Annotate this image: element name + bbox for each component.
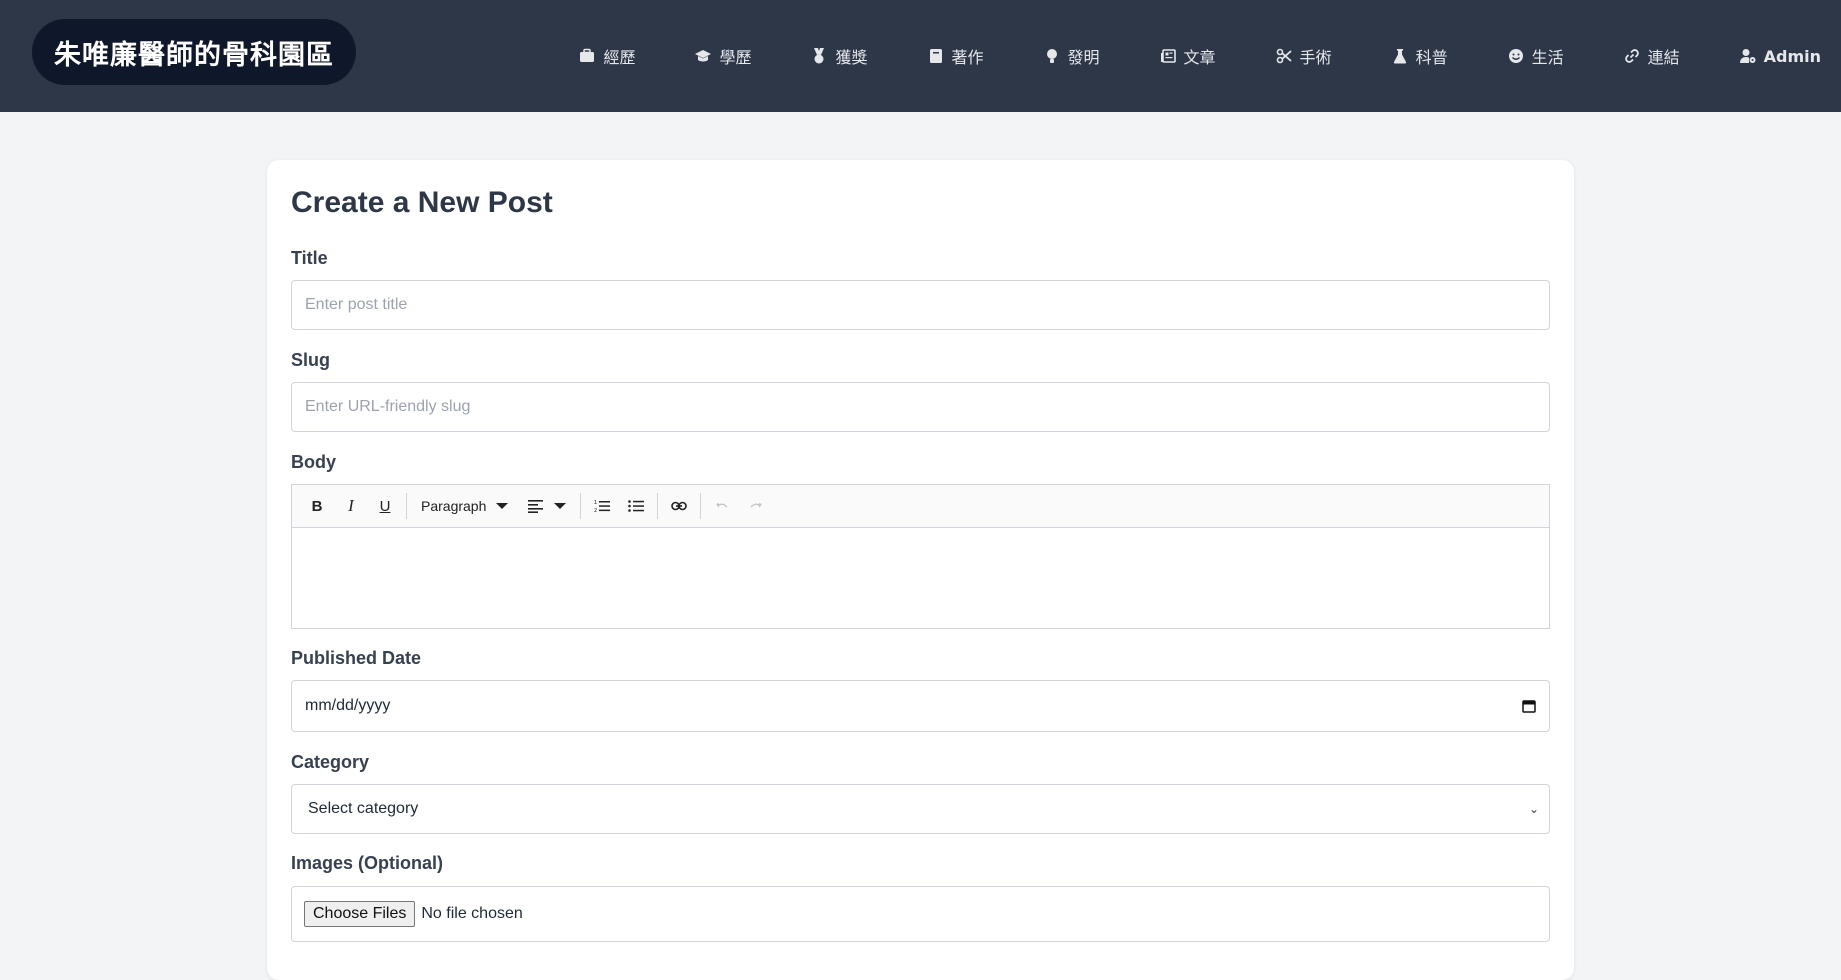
date-value: mm/dd/yyyy — [305, 697, 391, 714]
editor-toolbar: B I U Paragraph 12 — [292, 485, 1549, 528]
briefcase-icon — [580, 48, 595, 62]
block-format-dropdown[interactable]: Paragraph — [411, 491, 518, 521]
category-selected-value: Select category — [308, 800, 419, 817]
chevron-down-icon — [496, 503, 509, 509]
svg-text:1: 1 — [594, 500, 597, 506]
file-status-text: No file chosen — [421, 905, 523, 922]
bullet-list-button[interactable] — [619, 491, 653, 521]
book-icon — [929, 49, 942, 63]
nav-item-admin[interactable]: Admin — [1710, 47, 1821, 66]
block-format-label: Paragraph — [421, 498, 487, 514]
nav-label: 手術 — [1299, 48, 1332, 67]
nav-label: 發明 — [1067, 48, 1100, 67]
nav-item-inventions[interactable]: 發明 — [1014, 44, 1130, 68]
nav-label: Admin — [1763, 46, 1821, 66]
nav-label: 著作 — [951, 48, 984, 67]
italic-button[interactable]: I — [334, 491, 368, 521]
slug-label: Slug — [291, 350, 330, 370]
site-brand[interactable]: 朱唯廉醫師的骨科園區 — [32, 19, 356, 85]
chevron-down-icon — [554, 503, 567, 509]
bullet-list-icon — [628, 500, 645, 512]
bold-button[interactable]: B — [300, 491, 334, 521]
toolbar-divider — [657, 493, 659, 519]
title-placeholder: Enter post title — [305, 296, 408, 313]
slug-placeholder: Enter URL-friendly slug — [305, 398, 471, 415]
insert-link-button[interactable] — [662, 491, 696, 521]
choose-files-button[interactable]: Choose Files — [304, 901, 416, 927]
link-icon — [1624, 49, 1639, 63]
create-post-card: Create a New Post Title Enter post title… — [267, 160, 1574, 980]
graduation-cap-icon — [695, 50, 712, 62]
nav-item-education[interactable]: 學歷 — [665, 44, 781, 68]
title-label: Title — [291, 248, 328, 268]
rich-text-editor: B I U Paragraph 12 — [291, 484, 1550, 629]
lightbulb-icon — [1046, 49, 1057, 63]
smile-icon — [1508, 49, 1523, 63]
redo-button[interactable] — [739, 491, 773, 521]
align-left-icon — [528, 500, 544, 513]
images-upload-field: Choose Files No file chosen — [291, 886, 1550, 942]
page-title: Create a New Post — [291, 186, 553, 219]
newspaper-icon — [1160, 49, 1176, 63]
toolbar-divider — [406, 493, 407, 519]
nav-item-science[interactable]: 科普 — [1362, 44, 1478, 68]
body-label: Body — [291, 452, 336, 472]
nav-label: 科普 — [1415, 48, 1448, 67]
calendar-icon[interactable] — [1522, 699, 1536, 713]
nav-label: 獲獎 — [835, 48, 868, 67]
main-nav: 經歷 學歷 獲獎 著作 發明 文章 手術 科普 生活 連結 Admin — [549, 0, 1821, 112]
scissors-icon — [1276, 48, 1292, 64]
nav-item-articles[interactable]: 文章 — [1130, 44, 1246, 68]
chevron-down-icon: ⌄ — [1528, 802, 1539, 816]
nav-label: 生活 — [1531, 48, 1564, 67]
toolbar-divider — [700, 493, 702, 519]
nav-item-surgery[interactable]: 手術 — [1246, 44, 1362, 68]
images-label: Images (Optional) — [291, 853, 444, 873]
nav-item-life[interactable]: 生活 — [1478, 44, 1594, 68]
nav-label: 文章 — [1183, 48, 1216, 67]
toolbar-divider — [580, 493, 582, 519]
nav-item-awards[interactable]: 獲獎 — [781, 44, 897, 68]
editor-content-area[interactable] — [292, 528, 1549, 628]
nav-item-experience[interactable]: 經歷 — [549, 44, 665, 68]
category-label: Category — [291, 752, 370, 772]
medal-icon — [814, 48, 825, 64]
align-dropdown[interactable] — [518, 491, 576, 521]
ordered-list-button[interactable]: 12 — [585, 491, 619, 521]
nav-item-publications[interactable]: 著作 — [898, 44, 1014, 68]
underline-button[interactable]: U — [368, 491, 402, 521]
undo-icon — [716, 503, 728, 508]
flask-icon — [1393, 49, 1406, 64]
nav-label: 連結 — [1647, 48, 1680, 67]
ordered-list-icon: 12 — [594, 500, 611, 513]
svg-text:2: 2 — [594, 508, 597, 513]
category-select[interactable]: Select category ⌄ — [291, 784, 1550, 834]
link-icon — [671, 501, 688, 511]
published-date-input[interactable]: mm/dd/yyyy — [291, 680, 1550, 732]
user-gear-icon — [1739, 49, 1756, 63]
nav-item-links[interactable]: 連結 — [1594, 44, 1710, 68]
slug-input[interactable]: Enter URL-friendly slug — [291, 382, 1550, 432]
redo-icon — [750, 503, 763, 508]
title-input[interactable]: Enter post title — [291, 280, 1550, 330]
published-date-label: Published Date — [291, 648, 422, 668]
undo-button[interactable] — [705, 491, 739, 521]
nav-label: 學歷 — [719, 48, 752, 67]
top-navbar: 朱唯廉醫師的骨科園區 經歷 學歷 獲獎 著作 發明 文章 手術 科普 生活 連結… — [0, 0, 1841, 112]
nav-label: 經歷 — [603, 48, 636, 67]
